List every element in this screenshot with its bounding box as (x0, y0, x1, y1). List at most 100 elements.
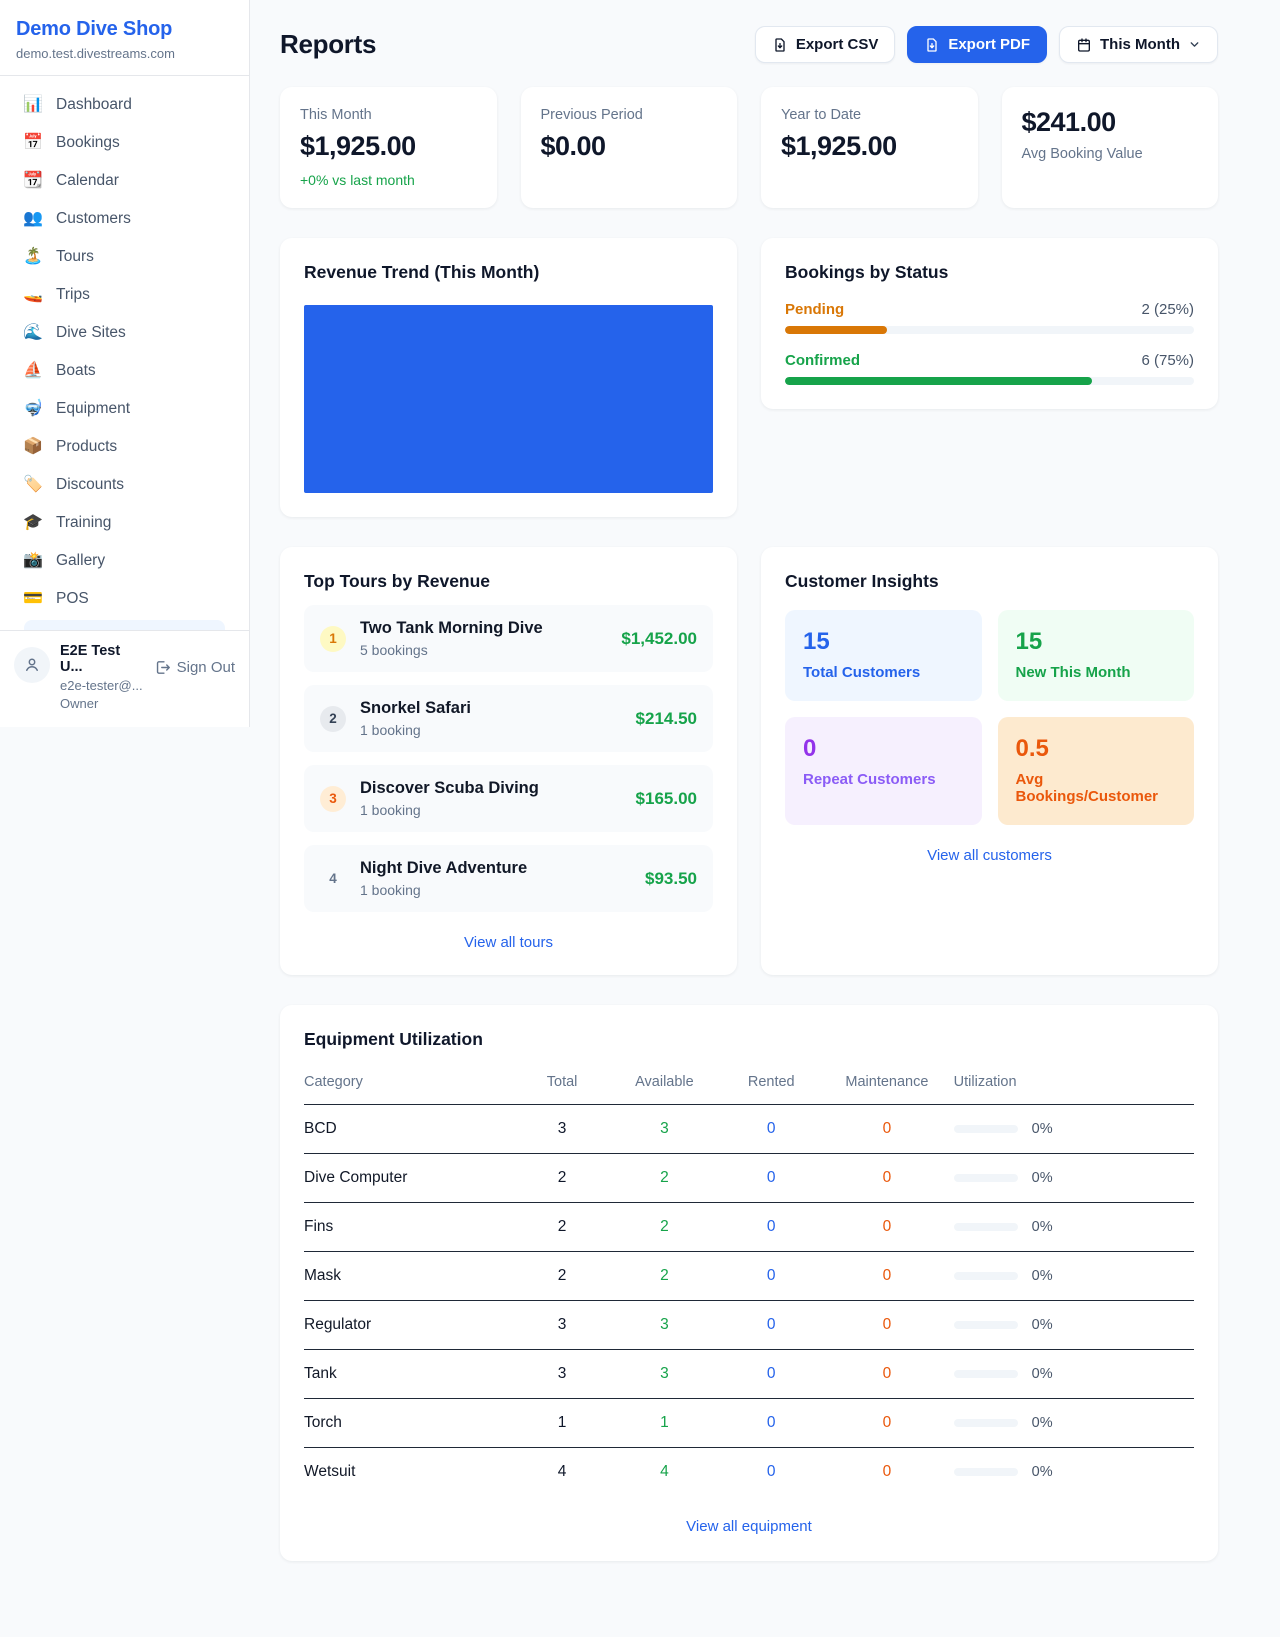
column-header-available: Available (607, 1066, 723, 1105)
sidebar-item-label: Boats (56, 362, 96, 380)
status-row-pending: Pending 2 (25%) (785, 301, 1194, 334)
sidebar-item-bookings[interactable]: 📅 Bookings (12, 124, 237, 162)
period-dropdown[interactable]: This Month (1059, 26, 1218, 63)
export-pdf-button[interactable]: Export PDF (907, 26, 1047, 63)
table-row: BCD 3 3 0 0 0% (304, 1105, 1194, 1154)
table-row: Dive Computer 2 2 0 0 0% (304, 1154, 1194, 1203)
user-info: E2E Test U... e2e-tester@... Owner (60, 643, 144, 711)
sidebar-item-label: Customers (56, 210, 131, 228)
table-header-row: Category Total Available Rented Maintena… (304, 1066, 1194, 1105)
cell-available: 2 (607, 1154, 723, 1203)
revenue-trend-chart (304, 305, 713, 493)
sidebar-item-pos[interactable]: 💳 POS (12, 580, 237, 618)
equipment-utilization-title: Equipment Utilization (304, 1029, 1194, 1050)
cell-available: 2 (607, 1203, 723, 1252)
cell-rented: 0 (722, 1399, 820, 1448)
sidebar-item-discounts[interactable]: 🏷️ Discounts (12, 466, 237, 504)
sidebar-item-calendar[interactable]: 📆 Calendar (12, 162, 237, 200)
stat-label: Previous Period (541, 107, 718, 123)
insight-label: Repeat Customers (803, 771, 964, 788)
sidebar-item-equipment[interactable]: 🤿 Equipment (12, 390, 237, 428)
equipment-utilization-card: Equipment Utilization Category Total Ava… (280, 1005, 1218, 1561)
cell-rented: 0 (722, 1154, 820, 1203)
user-name: E2E Test U... (60, 643, 144, 675)
rank-badge: 2 (320, 706, 346, 732)
status-bar-track (785, 377, 1194, 385)
stat-card-this-month: This Month $1,925.00 +0% vs last month (280, 87, 497, 208)
tour-revenue: $214.50 (636, 709, 697, 729)
view-all-tours-link[interactable]: View all tours (304, 934, 713, 951)
stat-value: $0.00 (541, 131, 718, 162)
utilization-cell: 0% (954, 1170, 1194, 1186)
sidebar-item-boats[interactable]: ⛵ Boats (12, 352, 237, 390)
utilization-pct: 0% (1032, 1219, 1053, 1235)
customer-insights-title: Customer Insights (785, 571, 1194, 592)
insight-label: Total Customers (803, 664, 964, 681)
training-icon: 🎓 (22, 515, 44, 531)
export-csv-button[interactable]: Export CSV (755, 26, 896, 63)
insight-label: Avg Bookings/Customer (1016, 771, 1177, 805)
export-pdf-label: Export PDF (948, 36, 1030, 53)
sidebar-item-label: Products (56, 438, 117, 456)
stat-value: $241.00 (1022, 107, 1199, 138)
column-header-rented: Rented (722, 1066, 820, 1105)
utilization-cell: 0% (954, 1317, 1194, 1333)
cell-maintenance: 0 (820, 1399, 954, 1448)
sidebar-item-customers[interactable]: 👥 Customers (12, 200, 237, 238)
sidebar-item-dashboard[interactable]: 📊 Dashboard (12, 86, 237, 124)
utilization-pct: 0% (1032, 1170, 1053, 1186)
cell-category: Wetsuit (304, 1448, 518, 1497)
utilization-cell: 0% (954, 1121, 1194, 1137)
insight-tile-total-customers: 15 Total Customers (785, 610, 982, 701)
view-all-customers-link[interactable]: View all customers (785, 847, 1194, 864)
sidebar-item-products[interactable]: 📦 Products (12, 428, 237, 466)
stat-value: $1,925.00 (781, 131, 958, 162)
stat-delta: +0% vs last month (300, 172, 477, 188)
cell-available: 4 (607, 1448, 723, 1497)
tour-revenue: $165.00 (636, 789, 697, 809)
shop-name: Demo Dive Shop (16, 18, 233, 41)
utilization-bar (954, 1272, 1018, 1280)
insight-tile-repeat-customers: 0 Repeat Customers (785, 717, 982, 825)
insight-label: New This Month (1016, 664, 1177, 681)
tour-revenue: $1,452.00 (621, 629, 697, 649)
avatar (14, 647, 50, 683)
cell-rented: 0 (722, 1350, 820, 1399)
status-row-confirmed: Confirmed 6 (75%) (785, 352, 1194, 385)
tour-bookings: 1 booking (360, 882, 527, 898)
discounts-icon: 🏷️ (22, 477, 44, 493)
sidebar-item-trips[interactable]: 🚤 Trips (12, 276, 237, 314)
utilization-pct: 0% (1032, 1268, 1053, 1284)
chevron-down-icon (1188, 38, 1201, 51)
tour-name: Discover Scuba Diving (360, 779, 539, 798)
sidebar-item-gallery[interactable]: 📸 Gallery (12, 542, 237, 580)
stat-card-avg-booking-value: $241.00 Avg Booking Value (1002, 87, 1219, 208)
sign-out-button[interactable]: Sign Out (154, 659, 235, 676)
cell-total: 2 (518, 1203, 607, 1252)
tours-icon: 🏝️ (22, 249, 44, 265)
cell-category: Regulator (304, 1301, 518, 1350)
sidebar-item-reports-partial[interactable] (24, 620, 225, 630)
status-count: 2 (25%) (1141, 301, 1194, 318)
sidebar-item-label: POS (56, 590, 89, 608)
sidebar-item-training[interactable]: 🎓 Training (12, 504, 237, 542)
cell-available: 2 (607, 1252, 723, 1301)
user-role: Owner (60, 696, 144, 711)
cell-rented: 0 (722, 1301, 820, 1350)
cell-category: Dive Computer (304, 1154, 518, 1203)
sidebar-item-dive-sites[interactable]: 🌊 Dive Sites (12, 314, 237, 352)
sidebar-item-label: Equipment (56, 400, 130, 418)
sidebar-item-tours[interactable]: 🏝️ Tours (12, 238, 237, 276)
header-actions: Export CSV Export PDF This Month (755, 26, 1218, 63)
insight-value: 15 (1016, 628, 1177, 656)
stat-card-previous-period: Previous Period $0.00 (521, 87, 738, 208)
view-all-equipment-link[interactable]: View all equipment (304, 1518, 1194, 1535)
sidebar-item-label: Calendar (56, 172, 119, 190)
column-header-utilization: Utilization (954, 1066, 1194, 1105)
sidebar-item-label: Dashboard (56, 96, 132, 114)
rank-badge: 3 (320, 786, 346, 812)
cell-category: Fins (304, 1203, 518, 1252)
utilization-pct: 0% (1032, 1415, 1053, 1431)
main-content: Reports Export CSV Export PDF This Month (250, 0, 1280, 1637)
equipment-table: Category Total Available Rented Maintena… (304, 1066, 1194, 1496)
